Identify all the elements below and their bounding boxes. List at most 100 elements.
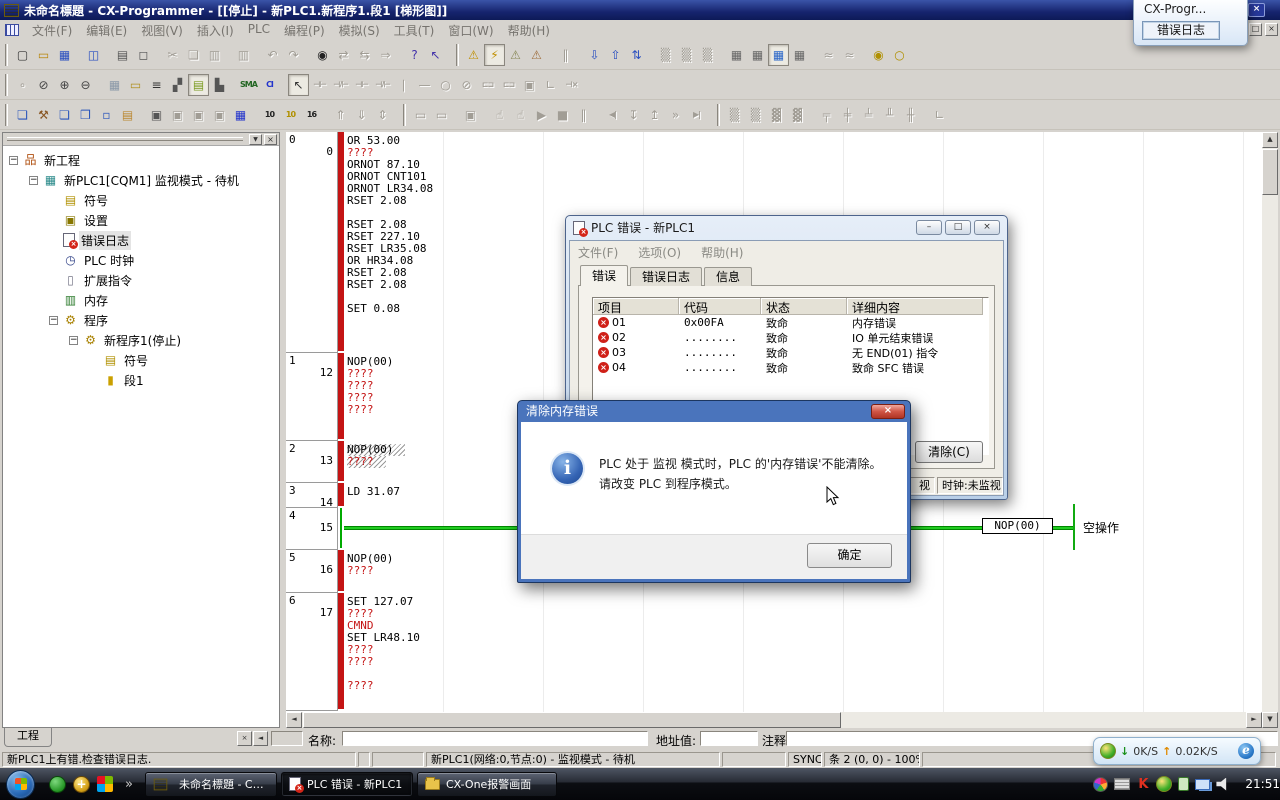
- toolbar-handle[interactable]: [5, 104, 8, 126]
- ci-window-icon[interactable]: CI: [259, 74, 280, 96]
- network-speed-widget[interactable]: ↓ 0K/S ↑ 0.02K/S e: [1093, 737, 1261, 765]
- column-header-2[interactable]: 代码: [679, 298, 761, 315]
- maximize-icon[interactable]: □: [945, 220, 971, 235]
- toolbar-handle[interactable]: [456, 44, 459, 66]
- error-row-1[interactable]: ×010x00FA致命内存错误: [593, 315, 988, 330]
- tree-item-section1[interactable]: ▮段1: [3, 370, 279, 390]
- decimal-monitor-icon[interactable]: 10: [259, 104, 280, 126]
- quick-launch-browser-icon[interactable]: [49, 776, 66, 793]
- taskbar-button-3[interactable]: CX-One报警画面: [417, 772, 557, 797]
- expander-icon[interactable]: −: [49, 316, 58, 325]
- run-mode-icon[interactable]: ▦: [789, 44, 810, 66]
- new-window-icon[interactable]: ❏: [12, 104, 33, 126]
- alarm-icon[interactable]: ⚠: [463, 44, 484, 66]
- release-protect-icon[interactable]: ○: [889, 44, 910, 66]
- mnemonic-view-icon[interactable]: ▙: [209, 74, 230, 96]
- ok-button[interactable]: 确定: [807, 543, 892, 568]
- taskbar-button-2[interactable]: PLC 错误 - 新PLC1: [281, 772, 413, 797]
- tab-2[interactable]: 错误日志: [630, 267, 702, 286]
- drag-handle[interactable]: [7, 137, 243, 141]
- error-row-4[interactable]: ×04........致命致命 SFC 错误: [593, 360, 988, 375]
- kaspersky-icon[interactable]: K: [1136, 777, 1150, 792]
- mdi-close-icon[interactable]: ×: [1265, 23, 1278, 36]
- tree-item-program1[interactable]: −⚙新程序1(停止): [3, 330, 279, 350]
- sma-library-icon[interactable]: SMA: [238, 74, 259, 96]
- scroll-left-icon[interactable]: ◄: [286, 712, 302, 728]
- error-log-button[interactable]: 错误日志: [1142, 21, 1220, 40]
- horizontal-scrollbar[interactable]: ◄ ►: [286, 712, 1262, 728]
- instruction-text[interactable]: ????: [347, 404, 374, 416]
- language-palette-icon[interactable]: [1093, 777, 1108, 792]
- program-mode-icon[interactable]: ▦: [726, 44, 747, 66]
- close-icon[interactable]: ×: [1248, 3, 1265, 17]
- menu-item-6[interactable]: 编程(P): [277, 22, 332, 39]
- tree-item-program1-symbols[interactable]: ▤符号: [3, 350, 279, 370]
- expander-icon[interactable]: −: [29, 176, 38, 185]
- instruction-text[interactable]: RSET 2.08: [347, 195, 407, 207]
- context-help-icon[interactable]: ↖: [425, 44, 446, 66]
- menu-item-5[interactable]: PLC: [241, 22, 277, 39]
- print-preview-icon[interactable]: ◻: [133, 44, 154, 66]
- compile-icon[interactable]: ⚒: [33, 104, 54, 126]
- zoom-in-icon[interactable]: ⊕: [54, 74, 75, 96]
- help-icon[interactable]: ?: [404, 44, 425, 66]
- project-tab[interactable]: 工程: [4, 728, 52, 747]
- tree-item-settings[interactable]: ▣设置: [3, 210, 279, 230]
- 360-ball-icon[interactable]: [1156, 776, 1172, 792]
- instruction-text[interactable]: SET 0.08: [347, 303, 400, 315]
- zoom-select-icon[interactable]: ⊘: [33, 74, 54, 96]
- find-report-window-icon[interactable]: ❏: [54, 104, 75, 126]
- quick-launch-360-icon[interactable]: +: [73, 776, 90, 793]
- signed-decimal-monitor-icon[interactable]: 10: [280, 104, 301, 126]
- close-icon[interactable]: ×: [871, 404, 905, 419]
- monitor-alarm-icon[interactable]: ⚡: [484, 44, 505, 66]
- dialog-menu-3[interactable]: 帮助(H): [701, 244, 743, 261]
- rung-wrap-icon[interactable]: ▞: [167, 74, 188, 96]
- toolbar-handle[interactable]: [5, 44, 8, 66]
- tree-item-plc[interactable]: −▦新PLC1[CQM1] 监视模式 - 待机: [3, 170, 279, 190]
- quick-launch-apps-icon[interactable]: [97, 776, 113, 792]
- find-alarm-icon[interactable]: ⚠: [505, 44, 526, 66]
- taskbar-clock[interactable]: 21:51: [1245, 777, 1280, 791]
- tree-item-expansion-instructions[interactable]: ▯扩展指令: [3, 270, 279, 290]
- menu-item-8[interactable]: 工具(T): [387, 22, 442, 39]
- clear-button[interactable]: 清除(C): [915, 441, 983, 463]
- input-method-icon[interactable]: [1114, 778, 1130, 790]
- properties-window-icon[interactable]: ▤: [117, 104, 138, 126]
- instruction-text[interactable]: LD 31.07: [347, 486, 400, 498]
- ladder-rung-6[interactable]: 617SET 127.07????CMNDSET LR48.10????????…: [286, 593, 1262, 711]
- transfer-alarm-icon[interactable]: ⚠: [526, 44, 547, 66]
- column-header-3[interactable]: 状态: [761, 298, 847, 315]
- scrollbar-thumb[interactable]: [303, 712, 841, 728]
- menu-item-4[interactable]: 插入(I): [190, 22, 241, 39]
- volume-icon[interactable]: [1216, 778, 1229, 791]
- dialog-close-icon[interactable]: ×: [974, 220, 1000, 235]
- instruction-text[interactable]: RSET 2.08: [347, 279, 407, 291]
- overview-list-icon[interactable]: ≡: [146, 74, 167, 96]
- set-protect-icon[interactable]: ◉: [868, 44, 889, 66]
- toolbar-handle[interactable]: [403, 104, 406, 126]
- ladder-view-icon[interactable]: ▤: [188, 74, 209, 96]
- chevron-icon[interactable]: »: [125, 777, 133, 792]
- scrollbar-thumb[interactable]: [1262, 149, 1278, 195]
- tree-item-memory[interactable]: ▥内存: [3, 290, 279, 310]
- scroll-right-icon[interactable]: ►: [1246, 712, 1262, 728]
- tree-item-symbols[interactable]: ▤符号: [3, 190, 279, 210]
- grid-icon[interactable]: ▦: [104, 74, 125, 96]
- print-icon[interactable]: ▤: [112, 44, 133, 66]
- comment-box-icon[interactable]: ▭: [125, 74, 146, 96]
- scroll-down-icon[interactable]: ▼: [1262, 712, 1278, 728]
- tab-1[interactable]: 错误: [580, 265, 628, 286]
- scroll-up-icon[interactable]: ▲: [1262, 132, 1278, 148]
- download-to-plc-icon[interactable]: ⇩: [584, 44, 605, 66]
- monitor-mode-icon[interactable]: ▦: [768, 44, 789, 66]
- chevron-down-icon[interactable]: ▼: [249, 134, 262, 145]
- tab-3[interactable]: 信息: [704, 267, 752, 286]
- expander-icon[interactable]: −: [69, 336, 78, 345]
- nop-instruction-box[interactable]: NOP(00): [982, 518, 1053, 534]
- start-button[interactable]: [6, 770, 35, 799]
- menu-item-10[interactable]: 帮助(H): [501, 22, 557, 39]
- instruction-text[interactable]: ????: [347, 565, 374, 577]
- menu-item-9[interactable]: 窗口(W): [441, 22, 500, 39]
- column-header-4[interactable]: 详细内容: [847, 298, 983, 315]
